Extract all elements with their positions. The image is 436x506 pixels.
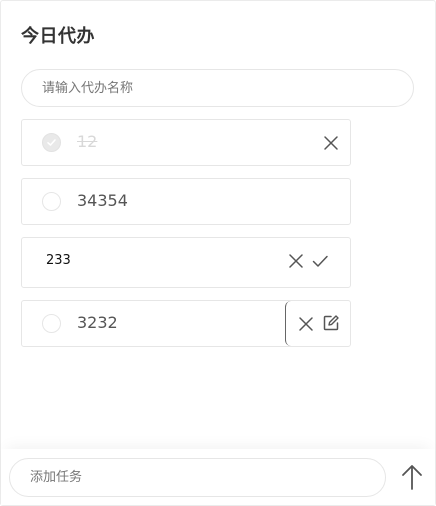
todo-action-group bbox=[285, 301, 352, 346]
add-task-input[interactable] bbox=[9, 458, 386, 497]
delete-button[interactable] bbox=[322, 134, 340, 152]
todo-label: 12 bbox=[77, 132, 98, 151]
todo-item: 3232 bbox=[21, 300, 351, 347]
todo-checkbox[interactable] bbox=[42, 314, 61, 333]
todo-item-editing bbox=[21, 237, 351, 288]
arrow-up-icon bbox=[402, 465, 422, 490]
todo-label: 34354 bbox=[77, 191, 128, 210]
edit-icon bbox=[323, 315, 339, 331]
todo-edit-input[interactable] bbox=[46, 253, 246, 268]
delete-button[interactable] bbox=[297, 315, 315, 333]
confirm-edit-button[interactable] bbox=[311, 252, 329, 270]
edit-button[interactable] bbox=[322, 314, 340, 332]
cancel-edit-button[interactable] bbox=[287, 252, 305, 270]
check-icon bbox=[47, 139, 56, 146]
close-icon bbox=[289, 254, 303, 268]
check-icon bbox=[312, 255, 328, 267]
search-input[interactable] bbox=[21, 69, 414, 107]
page-title: 今日代办 bbox=[21, 26, 95, 47]
todo-checkbox[interactable] bbox=[42, 192, 61, 211]
todo-item: 34354 bbox=[21, 178, 351, 225]
todo-label: 3232 bbox=[77, 313, 118, 332]
completed-checkbox[interactable] bbox=[42, 133, 61, 152]
close-icon bbox=[299, 317, 313, 331]
todo-item: 12 bbox=[21, 119, 351, 166]
close-icon bbox=[324, 136, 338, 150]
send-button[interactable] bbox=[400, 463, 424, 491]
